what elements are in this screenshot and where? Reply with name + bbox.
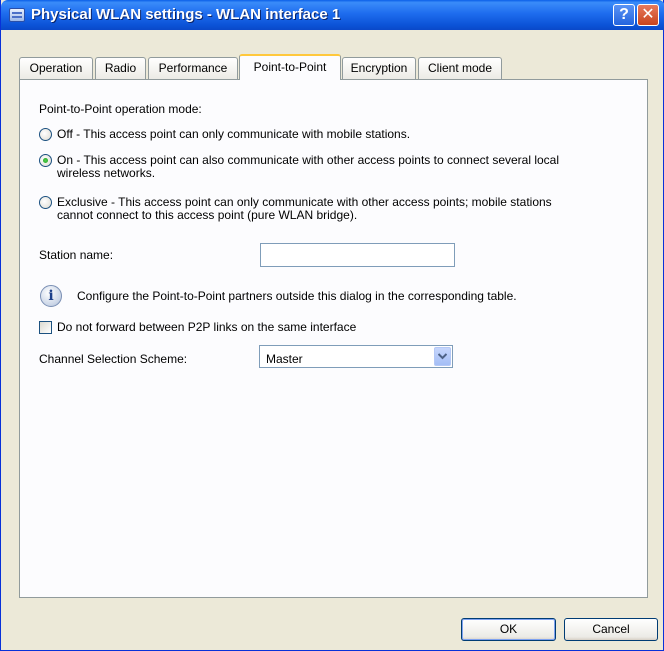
channel-scheme-select[interactable]: Master [259,345,453,368]
ok-button[interactable]: OK [461,618,556,641]
station-name-input[interactable] [260,243,455,267]
radio-mode-on-label-line2[interactable]: wireless networks. [57,166,155,180]
close-button[interactable]: ✕ [637,4,659,26]
tab-panel-point-to-point: Point-to-Point operation mode: Off - Thi… [19,79,648,598]
no-forward-checkbox[interactable] [39,321,52,334]
cancel-button[interactable]: Cancel [564,618,658,641]
tab-point-to-point[interactable]: Point-to-Point [239,54,341,80]
window-title: Physical WLAN settings - WLAN interface … [31,6,341,23]
tab-encryption[interactable]: Encryption [342,57,416,79]
info-icon: i [40,285,62,307]
no-forward-label[interactable]: Do not forward between P2P links on the … [57,320,356,334]
help-button[interactable]: ? [613,4,635,26]
tab-operation[interactable]: Operation [19,57,93,79]
channel-scheme-label: Channel Selection Scheme: [39,352,188,366]
channel-scheme-value: Master [266,352,303,366]
radio-mode-off-label[interactable]: Off - This access point can only communi… [57,127,410,141]
tab-radio[interactable]: Radio [95,57,146,79]
radio-mode-exclusive-label-line2[interactable]: cannot connect to this access point (pur… [57,208,357,222]
radio-mode-exclusive[interactable] [39,196,52,209]
chevron-down-icon[interactable] [434,347,451,366]
station-name-label: Station name: [39,248,114,262]
info-text: Configure the Point-to-Point partners ou… [77,289,517,303]
tab-performance[interactable]: Performance [148,57,238,79]
radio-mode-on-label[interactable]: On - This access point can also communic… [57,153,559,167]
radio-mode-on[interactable] [39,154,52,167]
mode-heading: Point-to-Point operation mode: [39,102,202,116]
window-icon [9,8,25,22]
radio-mode-exclusive-label[interactable]: Exclusive - This access point can only c… [57,195,552,209]
tab-client-mode[interactable]: Client mode [418,57,502,79]
dialog-window: Physical WLAN settings - WLAN interface … [0,0,664,651]
radio-mode-off[interactable] [39,128,52,141]
title-bar[interactable]: Physical WLAN settings - WLAN interface … [1,0,664,30]
